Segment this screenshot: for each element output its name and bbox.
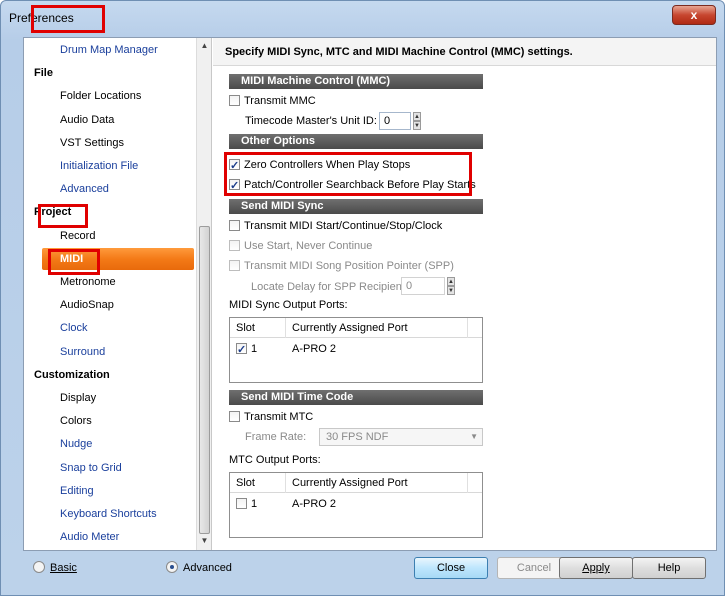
section-mmc: MIDI Machine Control (MMC) (229, 74, 483, 89)
sidebar-item-display[interactable]: Display (24, 387, 196, 409)
sidebar-item-editing[interactable]: Editing (24, 480, 196, 502)
sidebar-scrollbar[interactable]: ▲ ▼ (196, 38, 211, 550)
chevron-down-icon: ▼ (470, 432, 478, 441)
slot-cell: 1 (236, 340, 258, 359)
sidebar-item-drum-map-manager[interactable]: Drum Map Manager (24, 39, 196, 61)
title-highlight-box (31, 5, 105, 33)
radio-icon[interactable] (33, 561, 45, 573)
mtc-ports-list[interactable]: Slot Currently Assigned Port 1 A-PRO 2 (229, 472, 483, 538)
locate-delay-label: Locate Delay for SPP Recipient: (251, 281, 408, 293)
sidebar-item-audio-meter[interactable]: Audio Meter (24, 526, 196, 548)
sidebar-item-vst-settings[interactable]: VST Settings (24, 132, 196, 154)
use-start-checkbox[interactable]: Use Start, Never Continue (229, 237, 372, 255)
sidebar: Drum Map Manager File Folder Locations Audi… (24, 38, 212, 550)
checkbox-icon[interactable] (229, 240, 240, 251)
midi-highlight-box (48, 249, 100, 275)
list-header: Slot Currently Assigned Port (230, 318, 482, 338)
unit-id-spinner[interactable]: ▲ ▼ (413, 112, 421, 130)
advanced-label: Advanced (183, 562, 232, 574)
locate-delay-input[interactable]: 0 (401, 277, 445, 295)
transmit-spp-label: Transmit MIDI Song Position Pointer (SPP… (244, 260, 454, 272)
frame-rate-select[interactable]: 30 FPS NDF ▼ (319, 428, 483, 446)
checkbox-icon[interactable] (229, 220, 240, 231)
preferences-window: Preferences x Drum Map Manager File Folder… (0, 0, 725, 596)
checkbox-icon[interactable] (229, 411, 240, 422)
sidebar-item-initialization-file[interactable]: Initialization File (24, 155, 196, 177)
other-options-highlight-box (224, 152, 472, 196)
use-start-label: Use Start, Never Continue (244, 240, 373, 252)
project-highlight-box (38, 204, 88, 228)
sidebar-item-folder-locations[interactable]: Folder Locations (24, 85, 196, 107)
sidebar-item-colors[interactable]: Colors (24, 410, 196, 432)
apply-label: Apply (582, 562, 610, 574)
title-bar[interactable]: Preferences x (1, 1, 724, 33)
window-close-button[interactable]: x (672, 5, 716, 25)
slot-cell: 1 (236, 495, 257, 513)
sidebar-item-nudge[interactable]: Nudge (24, 433, 196, 455)
frame-rate-label: Frame Rate: (245, 431, 307, 443)
sidebar-group-file: File (34, 67, 53, 80)
basic-label: Basic (50, 562, 77, 574)
scroll-up-icon[interactable]: ▲ (197, 38, 211, 54)
help-button[interactable]: Help (632, 557, 706, 579)
advanced-radio[interactable]: Advanced (166, 561, 232, 575)
sidebar-item-clock[interactable]: Clock (24, 317, 196, 339)
sidebar-item-audio-data[interactable]: Audio Data (24, 109, 196, 131)
sidebar-item-keyboard-shortcuts[interactable]: Keyboard Shortcuts (24, 503, 196, 525)
port-column-header[interactable]: Currently Assigned Port (286, 318, 468, 338)
section-other-options: Other Options (229, 134, 483, 149)
list-header: Slot Currently Assigned Port (230, 473, 482, 493)
sidebar-item-snap-to-grid[interactable]: Snap to Grid (24, 457, 196, 479)
sidebar-item-surround[interactable]: Surround (24, 341, 196, 363)
frame-rate-value: 30 FPS NDF (326, 431, 389, 443)
scroll-down-icon[interactable]: ▼ (197, 533, 211, 549)
port-value: A-PRO 2 (292, 343, 337, 355)
sidebar-item-audiosnap[interactable]: AudioSnap (24, 294, 196, 316)
table-row[interactable]: 1 A-PRO 2 (230, 340, 482, 359)
unit-id-input[interactable]: 0 (379, 112, 411, 130)
unit-id-label: Timecode Master's Unit ID: (245, 115, 377, 127)
transmit-spp-checkbox[interactable]: Transmit MIDI Song Position Pointer (SPP… (229, 257, 454, 275)
table-row[interactable]: 1 A-PRO 2 (230, 495, 482, 513)
transmit-mmc-label: Transmit MMC (244, 95, 316, 107)
sidebar-group-customization: Customization (34, 368, 110, 381)
settings-panel: Specify MIDI Sync, MTC and MIDI Machine … (213, 38, 716, 550)
slot-value: 1 (251, 498, 258, 510)
slot-column-header[interactable]: Slot (230, 318, 286, 338)
sync-ports-list[interactable]: Slot Currently Assigned Port 1 A-PRO 2 (229, 317, 483, 383)
transmit-mtc-label: Transmit MTC (244, 411, 314, 423)
slot-column-header[interactable]: Slot (230, 473, 286, 493)
port-value: A-PRO 2 (292, 498, 337, 510)
sidebar-item-advanced[interactable]: Advanced (24, 178, 196, 200)
section-send-mtc: Send MIDI Time Code (229, 390, 483, 405)
mtc-ports-label: MTC Output Ports: (229, 454, 321, 466)
transmit-start-label: Transmit MIDI Start/Continue/Stop/Clock (244, 220, 443, 232)
dialog-body: Drum Map Manager File Folder Locations Audi… (23, 37, 717, 551)
checkbox-icon[interactable] (236, 498, 247, 509)
transmit-start-checkbox[interactable]: Transmit MIDI Start/Continue/Stop/Clock (229, 217, 442, 235)
radio-icon[interactable] (166, 561, 178, 573)
apply-button[interactable]: Apply (559, 557, 633, 579)
close-button[interactable]: Close (414, 557, 488, 579)
port-column-header[interactable]: Currently Assigned Port (286, 473, 468, 493)
slot-value: 1 (251, 343, 258, 355)
checkbox-icon[interactable] (236, 341, 247, 359)
locate-delay-spinner[interactable]: ▲ ▼ (447, 277, 455, 295)
sync-ports-label: MIDI Sync Output Ports: (229, 299, 348, 311)
panel-description: Specify MIDI Sync, MTC and MIDI Machine … (213, 38, 716, 66)
transmit-mmc-checkbox[interactable]: Transmit MMC (229, 92, 316, 110)
scrollbar-thumb[interactable] (199, 226, 210, 534)
basic-radio[interactable]: Basic (33, 561, 77, 575)
transmit-mtc-checkbox[interactable]: Transmit MTC (229, 408, 313, 426)
checkbox-icon[interactable] (229, 260, 240, 271)
checkbox-icon[interactable] (229, 95, 240, 106)
dialog-footer: Basic Advanced Close Cancel Apply Help (23, 552, 717, 582)
section-send-midi-sync: Send MIDI Sync (229, 199, 483, 214)
